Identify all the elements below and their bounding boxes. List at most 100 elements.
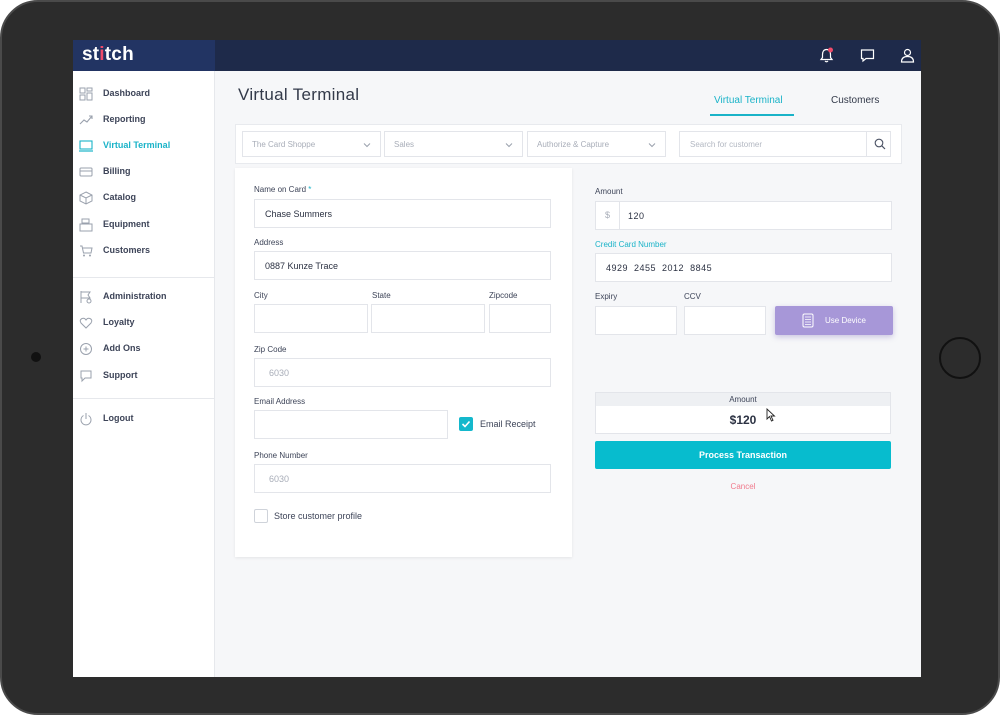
currency-symbol: $ — [596, 202, 620, 229]
user-icon[interactable] — [899, 47, 916, 64]
zip-code-label: Zip Code — [254, 345, 287, 354]
sidebar-item-customers[interactable]: Customers — [73, 242, 215, 262]
email-address-input[interactable] — [255, 411, 447, 438]
zip-code-field — [254, 358, 551, 387]
sidebar-item-label: Logout — [103, 413, 134, 423]
amount-input[interactable] — [596, 202, 891, 229]
filter-bar: The Card Shoppe Sales Authorize & Captur… — [235, 124, 902, 164]
sidebar: Dashboard Reporting Virtual Terminal Bil… — [73, 71, 215, 677]
phone-number-field — [254, 464, 551, 493]
name-on-card-label-text: Name on Card — [254, 185, 307, 194]
sidebar-item-logout[interactable]: Logout — [73, 410, 215, 430]
sidebar-item-label: Administration — [103, 291, 167, 301]
use-device-label: Use Device — [825, 316, 866, 325]
app-screen: stitch Dashboard Reporting Virtual Termi… — [73, 40, 921, 677]
state-label: State — [372, 291, 391, 300]
ccv-field — [684, 306, 766, 335]
address-label: Address — [254, 238, 284, 247]
home-button[interactable] — [939, 337, 981, 379]
credit-card-number-field — [595, 253, 892, 282]
amount-field: $ — [595, 201, 892, 230]
sidebar-item-dashboard[interactable]: Dashboard — [73, 85, 215, 105]
store-profile-checkbox[interactable] — [254, 509, 268, 523]
zipcode-input[interactable] — [490, 305, 550, 332]
checkmark-icon — [461, 420, 471, 428]
active-tab-indicator — [710, 114, 794, 116]
sidebar-item-label: Dashboard — [103, 88, 151, 98]
mode-select-value: Authorize & Capture — [537, 140, 610, 149]
chevron-down-icon — [363, 143, 371, 148]
ccv-input[interactable] — [685, 307, 765, 334]
chevron-down-icon — [505, 143, 513, 148]
sidebar-item-support[interactable]: Support — [73, 367, 215, 387]
sidebar-item-label: Catalog — [103, 192, 137, 202]
sidebar-item-label: Billing — [103, 166, 131, 176]
camera-dot — [31, 352, 41, 362]
logo-text: stitch — [82, 44, 134, 65]
sidebar-item-label: Virtual Terminal — [103, 140, 171, 150]
logo-area[interactable]: stitch — [73, 40, 215, 71]
city-input[interactable] — [255, 305, 367, 332]
chevron-down-icon — [648, 143, 656, 148]
email-receipt-label: Email Receipt — [480, 419, 536, 429]
zipcode-field — [489, 304, 551, 333]
bell-icon[interactable] — [818, 47, 835, 64]
register-icon — [79, 218, 93, 232]
admin-icon — [80, 291, 92, 304]
sidebar-divider — [73, 277, 215, 278]
process-transaction-button[interactable]: Process Transaction — [595, 441, 891, 469]
customer-search-input[interactable] — [680, 132, 866, 156]
store-profile-label: Store customer profile — [274, 511, 363, 521]
tab-virtual-terminal[interactable]: Virtual Terminal — [714, 95, 783, 106]
sidebar-item-label: Add Ons — [103, 343, 141, 353]
sidebar-item-label: Support — [103, 370, 138, 380]
email-receipt-checkbox[interactable] — [459, 417, 473, 431]
trend-icon — [79, 115, 93, 125]
name-on-card-label: Name on Card * — [254, 185, 311, 194]
sidebar-item-add-ons[interactable]: Add Ons — [73, 340, 215, 360]
amount-summary-label: Amount — [596, 393, 890, 406]
type-select[interactable]: Sales — [384, 131, 523, 157]
address-input[interactable] — [255, 252, 550, 279]
address-field — [254, 251, 551, 280]
email-address-label: Email Address — [254, 397, 306, 406]
mode-select[interactable]: Authorize & Capture — [527, 131, 666, 157]
sidebar-item-loyalty[interactable]: Loyalty — [73, 314, 215, 334]
use-device-button[interactable]: Use Device — [775, 306, 893, 335]
store-select[interactable]: The Card Shoppe — [242, 131, 381, 157]
customer-search — [679, 131, 891, 157]
required-marker: * — [308, 185, 312, 194]
expiry-input[interactable] — [596, 307, 676, 334]
phone-number-input[interactable] — [255, 465, 550, 492]
chat-icon[interactable] — [859, 47, 876, 64]
amount-summary-value: $120 — [729, 413, 757, 427]
sidebar-item-label: Customers — [103, 245, 151, 255]
sidebar-item-billing[interactable]: Billing — [73, 163, 215, 183]
expiry-field — [595, 306, 677, 335]
search-button[interactable] — [866, 132, 891, 156]
customer-form-card: Name on Card * Address City State Zipcod… — [235, 168, 572, 557]
tablet-frame: stitch Dashboard Reporting Virtual Termi… — [0, 0, 1000, 715]
sidebar-divider — [73, 398, 215, 399]
sidebar-item-reporting[interactable]: Reporting — [73, 111, 215, 131]
billing-icon — [79, 167, 93, 177]
terminal-icon — [79, 140, 93, 152]
logo-accent-letter: i — [99, 44, 105, 65]
city-label: City — [254, 291, 268, 300]
sidebar-item-catalog[interactable]: Catalog — [73, 189, 215, 209]
cancel-link[interactable]: Cancel — [595, 482, 891, 491]
plus-circle-icon — [80, 343, 92, 355]
sidebar-item-equipment[interactable]: Equipment — [73, 216, 215, 236]
zip-code-input[interactable] — [255, 359, 550, 386]
top-bar: stitch — [73, 40, 921, 71]
tab-customers[interactable]: Customers — [831, 95, 879, 106]
sidebar-item-virtual-terminal[interactable]: Virtual Terminal — [73, 137, 215, 157]
mouse-cursor-icon — [766, 408, 776, 422]
amount-label: Amount — [595, 187, 623, 196]
state-input[interactable] — [372, 305, 484, 332]
credit-card-number-input[interactable] — [596, 254, 891, 281]
expiry-label: Expiry — [595, 292, 618, 301]
sidebar-item-administration[interactable]: Administration — [73, 288, 215, 308]
sidebar-item-label: Equipment — [103, 219, 150, 229]
name-on-card-input[interactable] — [255, 200, 550, 227]
